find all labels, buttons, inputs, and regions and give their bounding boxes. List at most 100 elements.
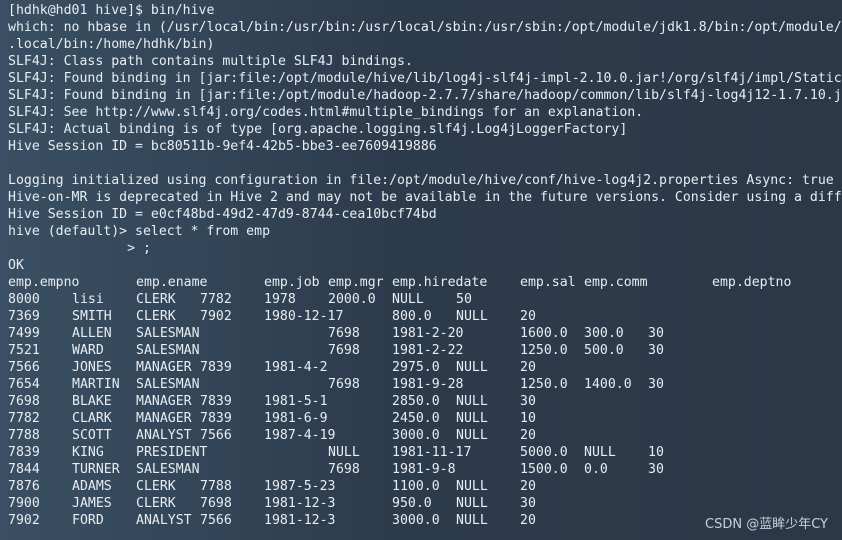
result-cell: 10 (520, 411, 536, 426)
result-cell: 1981-11-17 (392, 445, 472, 460)
result-cell: 3000.0 (392, 513, 440, 528)
result-cell: NULL (456, 394, 488, 409)
header-cell: emp.ename (136, 275, 208, 290)
result-cell: 30 (648, 462, 664, 477)
result-cell: WARD (72, 343, 104, 358)
result-cell: 30 (520, 496, 536, 511)
session-id-line: Hive Session ID = e0cf48bd-49d2-47d9-874… (8, 207, 437, 222)
result-cell: SALESMAN (136, 326, 200, 341)
result-cell: 50 (456, 292, 472, 307)
result-cell: 7782 (200, 292, 232, 307)
header-cell: emp.sal (520, 275, 576, 290)
result-cell: 800.0 (392, 309, 432, 324)
deprecation-warning-line: Hive-on-MR is deprecated in Hive 2 and m… (8, 190, 842, 205)
result-cell: 7566 (200, 513, 232, 528)
result-cell: JAMES (72, 496, 112, 511)
result-cell: 1981-12-3 (264, 496, 336, 511)
result-cell: NULL (328, 445, 360, 460)
result-cell: 20 (520, 513, 536, 528)
result-cell: 0.0 (584, 462, 608, 477)
result-cell: 1978 (264, 292, 296, 307)
result-cell: 30 (648, 326, 664, 341)
header-cell: emp.deptno (712, 275, 792, 290)
header-cell: emp.empno (8, 275, 80, 290)
slf4j-line: SLF4J: Actual binding is of type [org.ap… (8, 122, 628, 137)
result-cell: 7369 (8, 309, 40, 324)
result-cell: 7839 (200, 411, 232, 426)
result-cell: 20 (520, 309, 536, 324)
table-row: 7698 BLAKE MANAGER 7839 1981-5-1 2850.0 NULL 30 (8, 393, 842, 410)
result-cell: 7788 (8, 428, 40, 443)
result-cell: 7566 (8, 360, 40, 375)
result-cell: 7844 (8, 462, 40, 477)
result-cell: 20 (520, 428, 536, 443)
result-cell: 7499 (8, 326, 40, 341)
result-cell: FORD (72, 513, 104, 528)
result-cell: 2975.0 (392, 360, 440, 375)
table-row: 7654 MARTIN SALESMAN 7698 1981-9-28 1250.0 140… (8, 376, 842, 393)
query-command-line: hive (default)> select * from emp (8, 224, 271, 239)
result-cell: ANALYST (136, 428, 192, 443)
result-cell: 7839 (200, 360, 232, 375)
result-cell: NULL (456, 309, 488, 324)
result-cell: 1981-2-20 (392, 326, 464, 341)
result-cell: MANAGER (136, 360, 192, 375)
hbase-warning-line: which: no hbase in (/usr/local/bin:/usr/… (8, 20, 842, 35)
result-cell: CLERK (136, 479, 176, 494)
header-cell: emp.comm (584, 275, 648, 290)
result-cell: SALESMAN (136, 462, 200, 477)
result-cell: 500.0 (584, 343, 624, 358)
table-row: 7844 TURNER SALESMAN 7698 1981-9-8 1500.0 0.0 3… (8, 461, 842, 478)
result-cell: 10 (648, 445, 664, 460)
result-cell: 1981-9-28 (392, 377, 464, 392)
result-cell: 1987-4-19 (264, 428, 336, 443)
result-cell: NULL (456, 479, 488, 494)
result-cell: 1981-12-3 (264, 513, 336, 528)
result-cell: 7698 (8, 394, 40, 409)
result-cell: MANAGER (136, 394, 192, 409)
result-cell: 7782 (8, 411, 40, 426)
result-cell: 7698 (328, 462, 360, 477)
result-cell: 7902 (200, 309, 232, 324)
result-cell: MANAGER (136, 411, 192, 426)
terminal-window[interactable]: [hdhk@hd01 hive]$ bin/hive which: no hba… (0, 0, 842, 540)
result-cell: CLERK (136, 292, 176, 307)
result-cell: 1981-6-9 (264, 411, 328, 426)
result-cell: SCOTT (72, 428, 112, 443)
result-cell: 3000.0 (392, 428, 440, 443)
result-cell: 7839 (200, 394, 232, 409)
session-id-line: Hive Session ID = bc80511b-9ef4-42b5-bbe… (8, 139, 437, 154)
result-cell: 1980-12-17 (264, 309, 344, 324)
result-cell: 1500.0 (520, 462, 568, 477)
result-cell: KING (72, 445, 104, 460)
result-cell: 30 (520, 394, 536, 409)
result-cell: 5000.0 (520, 445, 568, 460)
result-cell: CLERK (136, 309, 176, 324)
result-cell: TURNER (72, 462, 120, 477)
result-cell: 1987-5-23 (264, 479, 336, 494)
result-cell: 1981-5-1 (264, 394, 328, 409)
result-cell: NULL (456, 513, 488, 528)
terminal-output: [hdhk@hd01 hive]$ bin/hive which: no hba… (8, 2, 842, 540)
result-cell: 7521 (8, 343, 40, 358)
table-row: 7566 JONES MANAGER 7839 1981-4-2 2975.0 NULL 20 (8, 359, 842, 376)
result-cell: 20 (520, 479, 536, 494)
result-cell: 1600.0 (520, 326, 568, 341)
result-cell: 1981-9-8 (392, 462, 456, 477)
result-cell: 7698 (200, 496, 232, 511)
table-row: 7839 KING PRESIDENT NULL 1981-11-17 5000.0 NUL… (8, 444, 842, 461)
result-cell: lisi (72, 292, 104, 307)
result-cell: 1100.0 (392, 479, 440, 494)
prompt-line: [hdhk@hd01 hive]$ bin/hive (8, 3, 215, 18)
slf4j-line: SLF4J: Found binding in [jar:file:/opt/m… (8, 71, 842, 86)
result-cell: SMITH (72, 309, 112, 324)
result-cell: PRESIDENT (136, 445, 208, 460)
result-cell: NULL (584, 445, 616, 460)
result-cell: BLAKE (72, 394, 112, 409)
result-cell: NULL (456, 411, 488, 426)
header-cell: emp.hiredate (392, 275, 488, 290)
result-cell: SALESMAN (136, 377, 200, 392)
result-cell: MARTIN (72, 377, 120, 392)
result-cell: 7698 (328, 326, 360, 341)
